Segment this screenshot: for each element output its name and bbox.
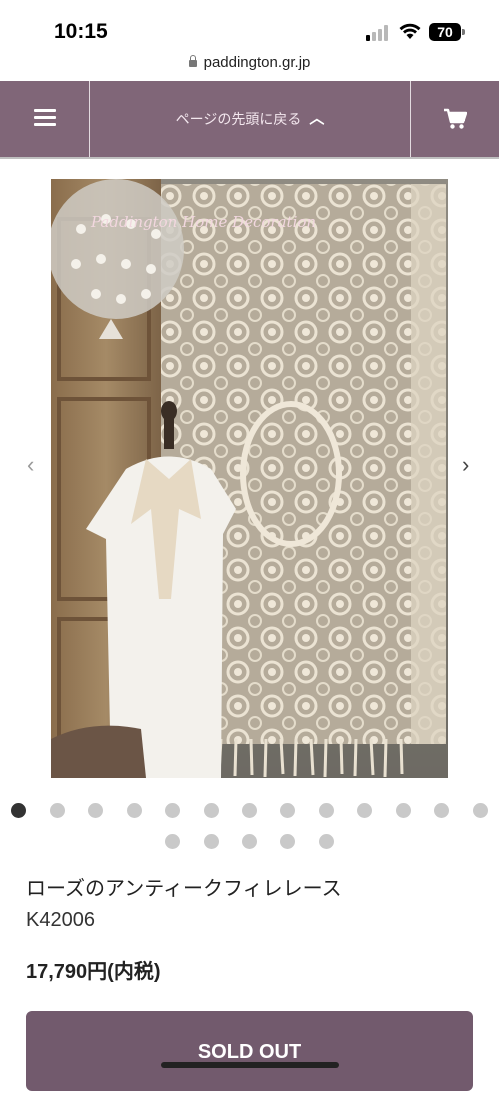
carousel-dot[interactable] xyxy=(88,803,103,818)
back-to-top-button[interactable]: ページの先頭に戻る ︿ xyxy=(90,81,411,157)
carousel-dot[interactable] xyxy=(319,803,334,818)
carousel-dot[interactable] xyxy=(280,834,295,849)
clock: 10:15 xyxy=(54,20,108,43)
carousel-dot[interactable] xyxy=(204,834,219,849)
battery-icon: 70 xyxy=(429,23,465,41)
carousel-dot[interactable] xyxy=(165,834,180,849)
carousel-dot[interactable] xyxy=(50,803,65,818)
carousel-dot[interactable] xyxy=(434,803,449,818)
carousel-dot[interactable] xyxy=(280,803,295,818)
cellular-signal-icon xyxy=(366,25,392,41)
chevron-up-icon: ︿ xyxy=(309,110,325,127)
home-indicator xyxy=(161,1062,339,1068)
product-sku: K42006 xyxy=(26,909,95,931)
carousel-dot[interactable] xyxy=(242,834,257,849)
product-title: ローズのアンティークフィレレース xyxy=(26,878,342,900)
hamburger-menu-icon xyxy=(34,109,56,127)
carousel-dot[interactable] xyxy=(11,803,26,818)
product-image[interactable]: Paddington Home Decoration xyxy=(51,179,448,778)
carousel-dot[interactable] xyxy=(473,803,488,818)
url-text: paddington.gr.jp xyxy=(203,54,311,71)
shopping-cart-icon xyxy=(444,108,467,129)
carousel-dot[interactable] xyxy=(242,803,257,818)
carousel-dot[interactable] xyxy=(127,803,142,818)
menu-button[interactable] xyxy=(0,81,90,157)
site-nav-bar: ページの先頭に戻る ︿ xyxy=(0,81,499,159)
address-bar[interactable]: paddington.gr.jp xyxy=(0,54,499,71)
watermark-text: Paddington Home Decoration xyxy=(90,213,316,231)
carousel-dot[interactable] xyxy=(357,803,372,818)
back-to-top-label: ページの先頭に戻る xyxy=(175,111,302,127)
product-price: 17,790円(内税) xyxy=(26,961,161,983)
carousel-dot[interactable] xyxy=(204,803,219,818)
carousel-dot[interactable] xyxy=(319,834,334,849)
sold-out-button[interactable]: SOLD OUT xyxy=(26,1011,473,1091)
wifi-icon xyxy=(399,23,421,39)
status-bar: 10:15 70 paddington.gr.jp xyxy=(0,0,499,71)
carousel-dot[interactable] xyxy=(165,803,180,818)
carousel-next-button[interactable]: › xyxy=(462,452,469,478)
carousel-prev-button[interactable]: ‹ xyxy=(27,452,34,478)
cart-button[interactable] xyxy=(411,81,499,157)
lock-icon xyxy=(188,55,197,67)
carousel-dot[interactable] xyxy=(396,803,411,818)
